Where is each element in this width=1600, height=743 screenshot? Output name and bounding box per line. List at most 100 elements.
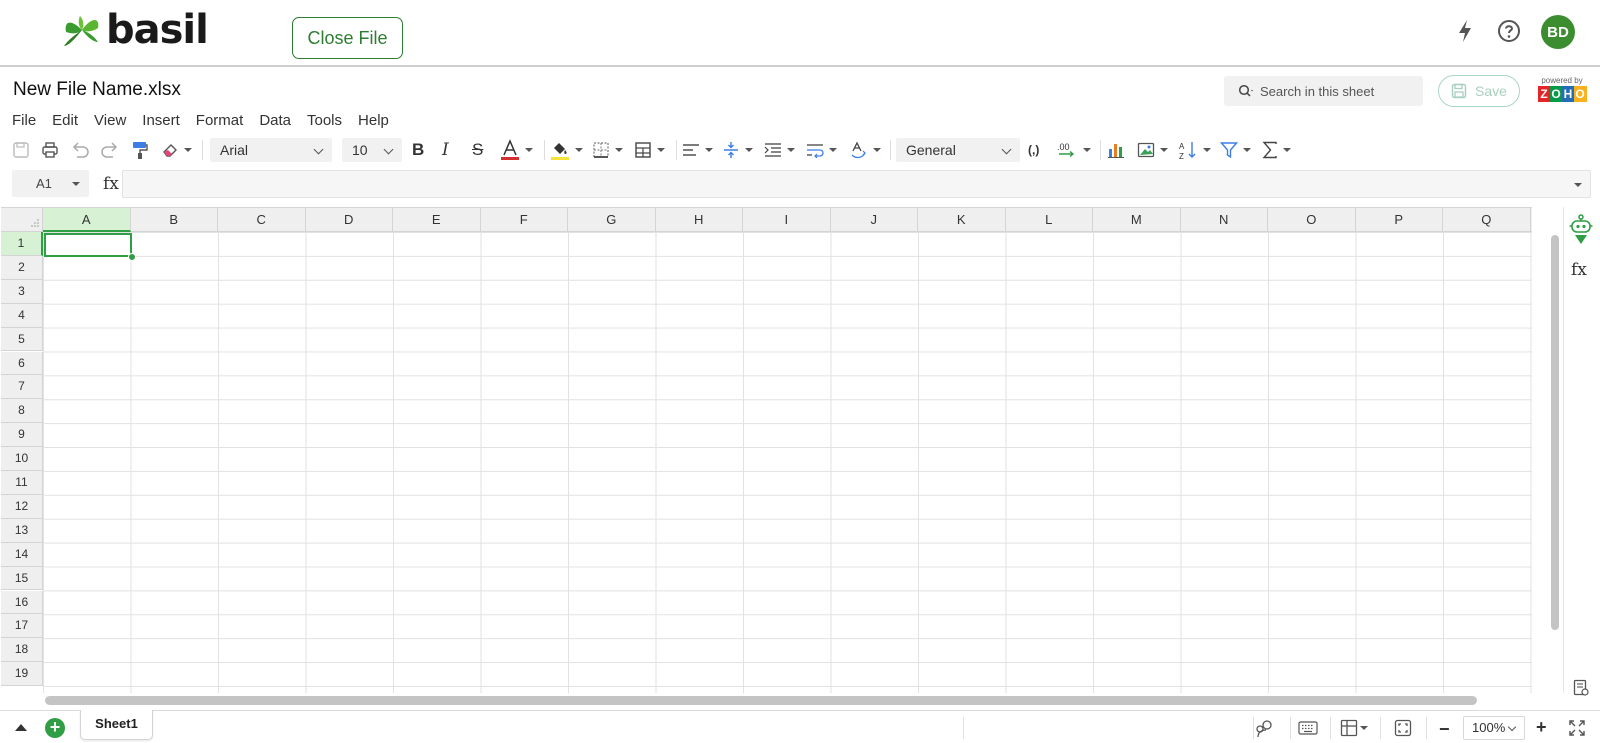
- user-avatar[interactable]: BD: [1541, 15, 1575, 49]
- freeze-panes-icon[interactable]: [1340, 719, 1358, 737]
- lightning-icon[interactable]: [1456, 19, 1474, 43]
- column-header-overflow[interactable]: [1530, 208, 1532, 232]
- menu-tools[interactable]: Tools: [307, 110, 342, 132]
- basil-logo[interactable]: basil: [62, 10, 209, 50]
- fill-handle[interactable]: [128, 253, 136, 261]
- expand-formula-icon[interactable]: [1574, 183, 1582, 187]
- row-header-13[interactable]: 13: [1, 518, 43, 543]
- column-header-j[interactable]: J: [830, 208, 918, 232]
- column-header-o[interactable]: O: [1268, 208, 1356, 232]
- file-name-title[interactable]: New File Name.xlsx: [13, 79, 181, 101]
- zoom-out-button[interactable]: −: [1439, 719, 1450, 740]
- decimal-icon[interactable]: .00: [1056, 139, 1091, 161]
- borders-icon[interactable]: [592, 139, 623, 161]
- save-button[interactable]: Save: [1438, 75, 1520, 107]
- menu-data[interactable]: Data: [259, 110, 291, 132]
- font-family-select[interactable]: Arial: [210, 138, 332, 162]
- column-header-i[interactable]: I: [743, 208, 831, 232]
- sum-icon[interactable]: [1262, 139, 1291, 161]
- font-size-select[interactable]: 10: [342, 138, 402, 162]
- align-left-icon[interactable]: [682, 139, 713, 161]
- format-painter-icon[interactable]: [131, 139, 149, 161]
- column-header-e[interactable]: E: [393, 208, 481, 232]
- row-header-14[interactable]: 14: [1, 542, 43, 567]
- row-header-5[interactable]: 5: [1, 327, 43, 352]
- sheet-tab-sheet1[interactable]: Sheet1: [80, 710, 153, 740]
- row-header-10[interactable]: 10: [1, 447, 43, 471]
- bold-icon[interactable]: B: [412, 139, 424, 161]
- column-header-d[interactable]: D: [305, 208, 393, 232]
- column-header-q[interactable]: Q: [1443, 208, 1531, 232]
- filter-icon[interactable]: [1220, 139, 1251, 161]
- horizontal-scrollbar[interactable]: [45, 696, 1477, 705]
- menu-insert[interactable]: Insert: [142, 110, 180, 132]
- keyboard-icon[interactable]: [1298, 721, 1318, 735]
- row-header-1[interactable]: 1: [1, 232, 43, 256]
- row-header-8[interactable]: 8: [1, 399, 43, 424]
- strikethrough-icon[interactable]: S: [472, 139, 483, 161]
- cell-reference-box[interactable]: A1: [12, 170, 89, 197]
- sheet-list-arrow-icon[interactable]: [15, 724, 27, 731]
- row-header-12[interactable]: 12: [1, 494, 43, 519]
- formula-input[interactable]: [122, 170, 1591, 198]
- menu-help[interactable]: Help: [358, 110, 389, 132]
- row-header-17[interactable]: 17: [1, 614, 43, 639]
- selected-cell-a1[interactable]: [44, 233, 132, 257]
- menu-view[interactable]: View: [94, 110, 126, 132]
- column-header-g[interactable]: G: [568, 208, 656, 232]
- row-header-15[interactable]: 15: [1, 566, 43, 591]
- help-icon[interactable]: [1497, 19, 1521, 43]
- column-header-n[interactable]: N: [1180, 208, 1268, 232]
- row-header-7[interactable]: 7: [1, 375, 43, 400]
- chevron-down-icon[interactable]: [72, 182, 80, 186]
- column-header-f[interactable]: F: [480, 208, 568, 232]
- menu-file[interactable]: File: [12, 110, 36, 132]
- column-header-c[interactable]: C: [218, 208, 306, 232]
- fullscreen-icon[interactable]: [1569, 720, 1585, 736]
- zoom-in-button[interactable]: +: [1536, 717, 1547, 738]
- vertical-scrollbar[interactable]: [1551, 235, 1559, 630]
- document-settings-icon[interactable]: [1573, 679, 1589, 697]
- row-header-18[interactable]: 18: [1, 638, 43, 663]
- close-file-button[interactable]: Close File: [292, 17, 403, 59]
- search-input[interactable]: [1260, 83, 1410, 99]
- column-header-p[interactable]: P: [1355, 208, 1443, 232]
- thousands-separator-icon[interactable]: (,): [1028, 139, 1039, 161]
- zoom-level-select[interactable]: 100%: [1463, 716, 1525, 740]
- image-icon[interactable]: [1137, 139, 1168, 161]
- row-header-6[interactable]: 6: [1, 351, 43, 376]
- merge-cells-icon[interactable]: [634, 139, 665, 161]
- redo-icon[interactable]: [100, 139, 120, 161]
- column-header-a[interactable]: A: [43, 208, 131, 232]
- function-panel-icon[interactable]: fx: [1571, 260, 1587, 280]
- spreadsheet-grid[interactable]: A B C D E F G H I J K L M N O P Q 1 2 3 4 5 6 7 8 9 10 11 12 13 14 15 16…: [1, 207, 1532, 693]
- select-all-corner[interactable]: [1, 208, 43, 232]
- row-header-4[interactable]: 4: [1, 303, 43, 328]
- italic-icon[interactable]: I: [442, 139, 449, 161]
- fill-color-icon[interactable]: [550, 139, 583, 161]
- sort-icon[interactable]: AZ: [1178, 139, 1211, 161]
- indent-icon[interactable]: [764, 139, 795, 161]
- column-header-b[interactable]: B: [130, 208, 218, 232]
- vertical-align-icon[interactable]: [722, 139, 753, 161]
- menu-edit[interactable]: Edit: [52, 110, 78, 132]
- number-format-select[interactable]: General: [896, 138, 1020, 162]
- column-header-l[interactable]: L: [1005, 208, 1093, 232]
- wrap-text-icon[interactable]: [806, 139, 837, 161]
- column-header-h[interactable]: H: [655, 208, 743, 232]
- chart-icon[interactable]: [1107, 139, 1125, 161]
- menu-format[interactable]: Format: [196, 110, 244, 132]
- column-header-k[interactable]: K: [918, 208, 1006, 232]
- freeze-dropdown-icon[interactable]: [1360, 726, 1368, 730]
- undo-icon[interactable]: [70, 139, 90, 161]
- row-header-11[interactable]: 11: [1, 471, 43, 495]
- sheet-search-box[interactable]: [1224, 76, 1423, 106]
- row-header-9[interactable]: 9: [1, 423, 43, 448]
- save-icon[interactable]: [12, 139, 30, 161]
- row-header-2[interactable]: 2: [1, 255, 43, 280]
- text-rotation-icon[interactable]: [850, 139, 881, 161]
- row-header-19[interactable]: 19: [1, 662, 43, 687]
- row-header-3[interactable]: 3: [1, 279, 43, 304]
- add-sheet-button[interactable]: +: [45, 718, 65, 738]
- ai-assistant-icon[interactable]: [1569, 213, 1593, 245]
